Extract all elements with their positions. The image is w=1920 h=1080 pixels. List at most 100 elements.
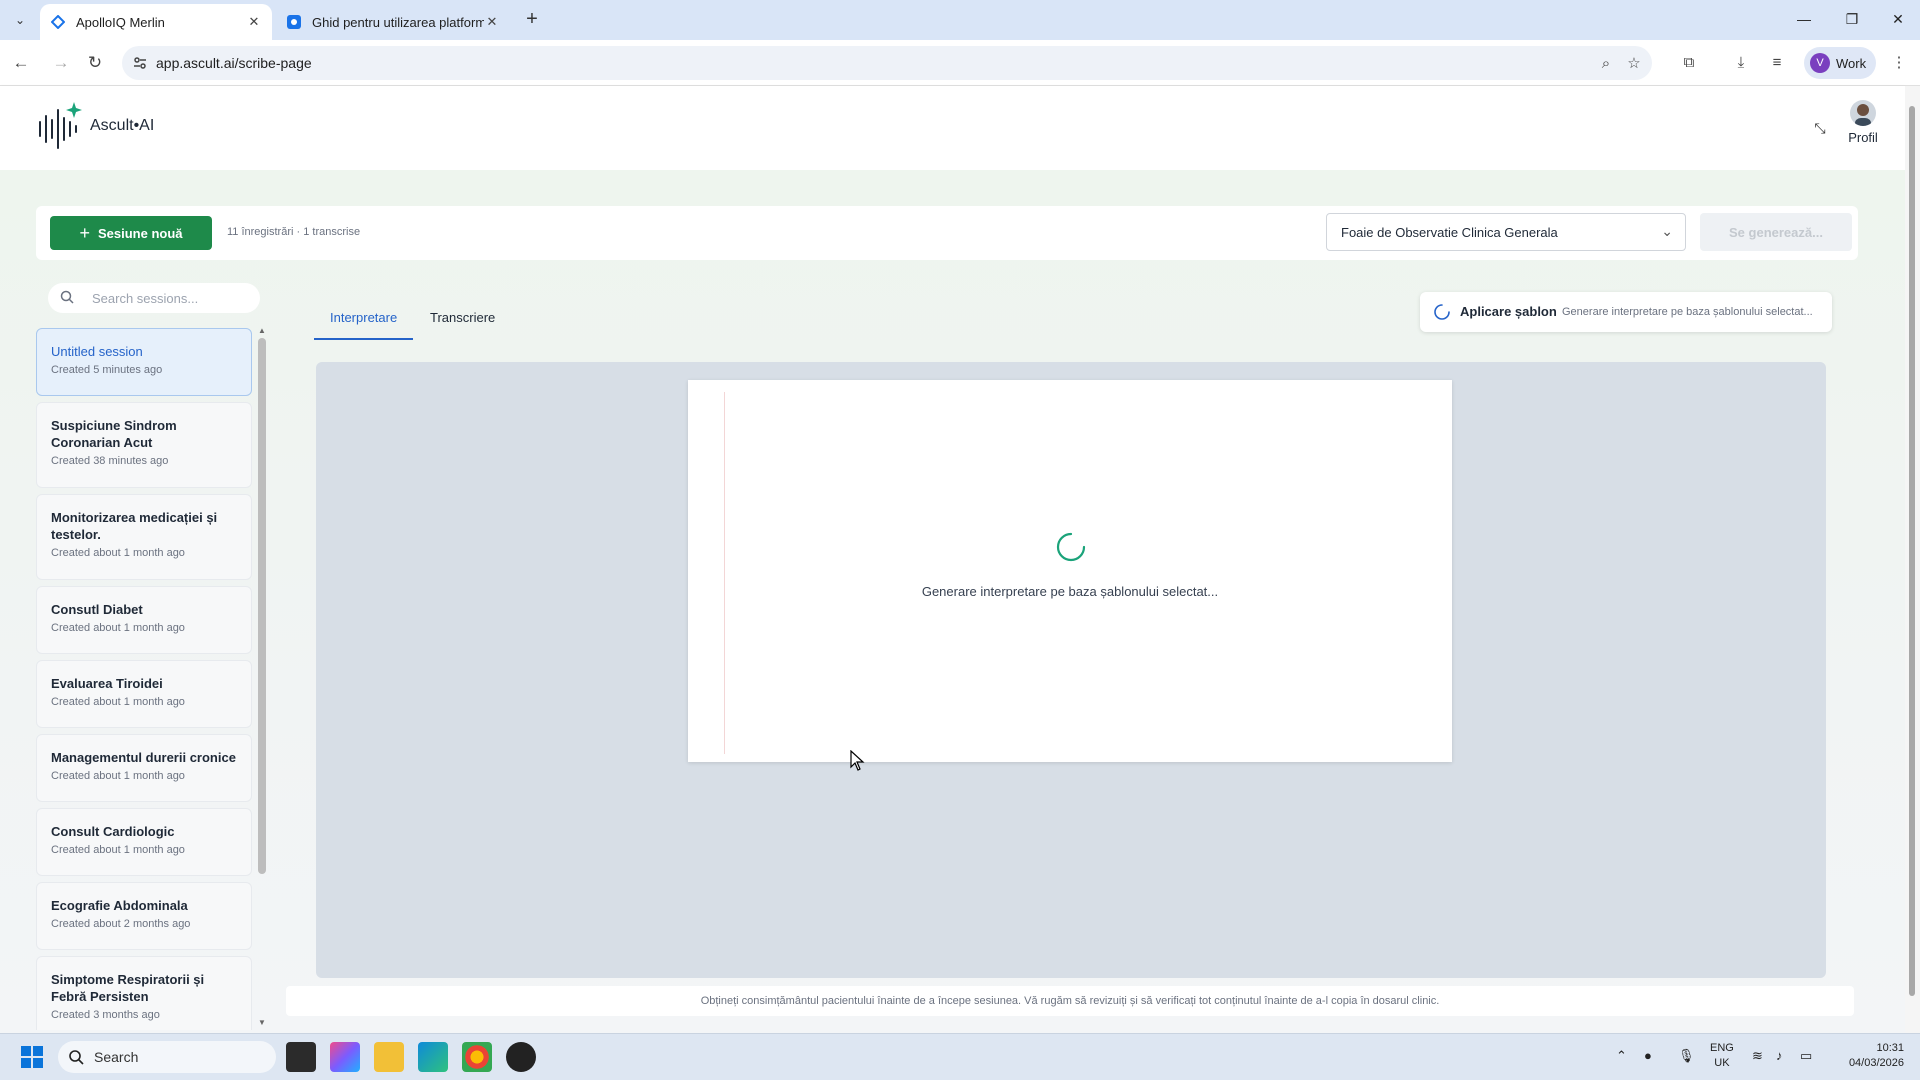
chrome-icon[interactable] — [462, 1042, 492, 1072]
fullscreen-collapse-icon[interactable]: ⤡ — [1810, 118, 1830, 138]
extensions-icon[interactable]: ⧉ — [1676, 50, 1702, 76]
loading-spinner-icon — [1056, 532, 1086, 562]
session-title: Simptome Respiratorii și Febră Persisten — [51, 972, 205, 1004]
session-title: Ecografie Abdominala — [51, 898, 188, 913]
session-title: Evaluarea Tiroidei — [51, 676, 163, 691]
reload-icon[interactable]: ↻ — [82, 50, 108, 76]
apply-template-toast: Aplicare șablon Generare interpretare pe… — [1420, 292, 1832, 332]
avatar — [1850, 100, 1876, 126]
search-icon — [68, 1049, 84, 1065]
volume-icon[interactable]: ♪ — [1776, 1048, 1783, 1063]
taskbar-search[interactable]: Search — [58, 1041, 276, 1073]
session-item[interactable]: Managementul durerii cronice Created abo… — [36, 734, 252, 802]
lang-top: ENG — [1710, 1042, 1734, 1054]
margin-line — [724, 392, 725, 754]
session-title: Consutl Diabet — [51, 602, 143, 617]
template-select[interactable]: Foaie de Observatie Clinica Generala ⌄ — [1326, 213, 1686, 251]
brand-name: Ascult•AI — [90, 117, 155, 134]
tray-app-icon[interactable]: ● — [1644, 1048, 1652, 1063]
clock[interactable]: 10:31 04/03/2026 — [1836, 1041, 1904, 1071]
session-item[interactable]: Consult Cardiologic Created about 1 mont… — [36, 808, 252, 876]
ascult-logo[interactable]: Ascult•AI — [36, 100, 154, 152]
session-item[interactable]: Untitled session Created 5 minutes ago — [36, 328, 252, 396]
file-explorer-icon[interactable] — [374, 1042, 404, 1072]
apollo-favicon-icon — [50, 14, 66, 30]
sidebar-scrollbar[interactable] — [258, 338, 266, 874]
session-item[interactable]: Evaluarea Tiroidei Created about 1 month… — [36, 660, 252, 728]
new-tab-icon[interactable]: + — [520, 8, 544, 32]
back-icon[interactable]: ← — [8, 50, 34, 76]
session-meta: Created 3 months ago — [51, 1009, 160, 1021]
windows-taskbar: Search ⌃ ● 🎙 ENG UK ≋ ♪ ▭ 10:31 04/03/20… — [0, 1033, 1920, 1080]
profile-label: Profil — [1848, 130, 1878, 145]
session-item[interactable]: Consutl Diabet Created about 1 month ago — [36, 586, 252, 654]
loading-text: Generare interpretare pe baza șablonului… — [921, 584, 1219, 599]
document-paper: Generare interpretare pe baza șablonului… — [688, 380, 1452, 762]
media-player-icon[interactable] — [506, 1042, 536, 1072]
show-hidden-icons-icon[interactable]: ⌃ — [1616, 1048, 1627, 1064]
session-item[interactable]: Monitorizarea medicației și testelor. Cr… — [36, 494, 252, 580]
minimize-icon[interactable]: — — [1784, 6, 1824, 32]
tab-title: ApolloIQ Merlin — [76, 14, 165, 30]
date: 04/03/2026 — [1848, 1057, 1904, 1069]
toast-title: Aplicare șablon — [1460, 304, 1557, 319]
download-icon[interactable]: ⤓ — [1728, 50, 1754, 76]
waveform-logo-icon — [39, 102, 82, 149]
generate-button[interactable]: Se generează... — [1700, 213, 1852, 251]
session-title: Untitled session — [51, 344, 143, 359]
session-item[interactable]: Ecografie Abdominala Created about 2 mon… — [36, 882, 252, 950]
session-search[interactable] — [48, 283, 260, 313]
restore-icon[interactable]: ❐ — [1832, 6, 1872, 32]
session-item[interactable]: Suspiciune Sindrom Coronarian Acut Creat… — [36, 402, 252, 488]
tab-search-menu-icon[interactable]: ⌄ — [8, 8, 32, 32]
browser-tab-active[interactable]: ApolloIQ Merlin ✕ — [40, 4, 272, 40]
task-view-icon[interactable] — [286, 1042, 316, 1072]
session-item[interactable]: Simptome Respiratorii și Febră Persisten… — [36, 956, 252, 1030]
windows-start-icon[interactable] — [20, 1045, 44, 1069]
new-session-button[interactable]: + Sesiune nouă — [50, 216, 212, 250]
profile-menu[interactable]: Profil — [1846, 100, 1880, 145]
wifi-icon[interactable]: ≋ — [1752, 1048, 1763, 1064]
session-counts: 11 înregistrări · 1 transcrise — [227, 226, 361, 238]
session-meta: Created about 1 month ago — [51, 770, 185, 782]
tab-transcriere[interactable]: Transcriere — [414, 300, 511, 340]
session-meta: Created about 1 month ago — [51, 622, 185, 634]
battery-icon[interactable]: ▭ — [1800, 1048, 1812, 1064]
close-tab-icon[interactable]: ✕ — [484, 14, 500, 30]
session-toolbar: + Sesiune nouă 11 înregistrări · 1 trans… — [36, 206, 1858, 260]
search-input[interactable] — [92, 288, 252, 308]
session-title: Consult Cardiologic — [51, 824, 175, 839]
copilot-icon[interactable] — [330, 1042, 360, 1072]
forward-icon[interactable]: → — [48, 50, 74, 76]
address-bar[interactable]: app.ascult.ai/scribe-page ⌕ ☆ — [122, 46, 1652, 80]
browser-menu-icon[interactable]: ⋮ — [1886, 50, 1912, 76]
site-settings-icon[interactable] — [132, 55, 148, 71]
browser-tab-strip: ⌄ ApolloIQ Merlin ✕ Ghid pentru utilizar… — [0, 0, 1920, 40]
scroll-down-icon[interactable]: ▼ — [257, 1018, 267, 1028]
media-control-icon[interactable]: ≡ — [1764, 50, 1790, 76]
browser-tab-inactive[interactable]: Ghid pentru utilizarea platform ✕ — [276, 4, 510, 40]
language-indicator[interactable]: ENG UK — [1710, 1041, 1734, 1071]
time: 10:31 — [1876, 1042, 1904, 1054]
profile-label: Work — [1836, 55, 1867, 71]
close-window-icon[interactable]: ✕ — [1878, 6, 1918, 32]
url-text[interactable]: app.ascult.ai/scribe-page — [156, 55, 312, 71]
edge-icon[interactable] — [418, 1042, 448, 1072]
bookmark-star-icon[interactable]: ☆ — [1624, 54, 1644, 74]
microphone-icon[interactable]: 🎙 — [1678, 1048, 1695, 1064]
browser-toolbar: ← → ↻ app.ascult.ai/scribe-page ⌕ ☆ ⧉ ⤓ … — [0, 40, 1920, 86]
toast-text: Generare interpretare pe baza șablonului… — [1562, 306, 1813, 318]
session-list: Untitled session Created 5 minutes ago S… — [36, 328, 252, 1030]
session-meta: Created about 1 month ago — [51, 547, 185, 559]
close-tab-icon[interactable]: ✕ — [246, 14, 262, 30]
zoom-icon[interactable]: ⌕ — [1596, 54, 1616, 74]
scroll-up-icon[interactable]: ▲ — [257, 326, 267, 336]
generate-label: Se generează... — [1729, 224, 1823, 240]
search-icon — [60, 290, 76, 306]
spinner-icon — [1434, 304, 1450, 320]
mouse-cursor-icon — [850, 749, 866, 772]
tab-interpretare[interactable]: Interpretare — [314, 300, 414, 340]
page-scrollbar-thumb[interactable] — [1909, 106, 1915, 996]
page-scrollbar[interactable] — [1905, 86, 1920, 1033]
browser-profile-chip[interactable]: V Work — [1804, 47, 1876, 79]
